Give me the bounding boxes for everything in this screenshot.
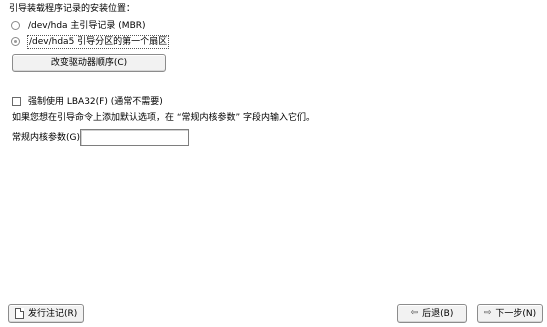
section-divider (8, 84, 543, 85)
install-location-heading: 引导装载程序记录的安装位置： (9, 4, 136, 14)
radio-option-boot-partition[interactable]: /dev/hda5 引导分区的第一个扇区 (10, 35, 230, 49)
next-label: 下一步(N) (495, 308, 537, 319)
radio-button-mbr[interactable] (11, 21, 20, 30)
radio-label-mbr: /dev/hda 主引导记录 (MBR) (28, 21, 146, 31)
change-drive-order-button[interactable]: 改变驱动器顺序(C) (12, 54, 166, 72)
release-notes-label: 发行注记(R) (28, 308, 78, 319)
lba32-checkbox[interactable] (12, 97, 21, 106)
release-notes-button[interactable]: 发行注记(R) (8, 304, 84, 323)
arrow-right-icon: ⇨ (483, 308, 492, 318)
back-label: 后退(B) (422, 308, 454, 319)
kernel-params-input[interactable] (80, 129, 189, 146)
lba32-label: 强制使用 LBA32(F) (通常不需要) (28, 97, 163, 107)
kernel-params-label: 常规内核参数(G) (12, 133, 80, 143)
arrow-left-icon: ⇦ (410, 308, 419, 318)
radio-button-boot-partition[interactable] (11, 37, 20, 46)
radio-option-mbr[interactable]: /dev/hda 主引导记录 (MBR) (10, 20, 210, 32)
next-button[interactable]: ⇨ 下一步(N) (477, 304, 543, 323)
lba32-option[interactable]: 强制使用 LBA32(F) (通常不需要) (10, 96, 190, 108)
radio-label-boot-partition: /dev/hda5 引导分区的第一个扇区 (27, 35, 170, 49)
change-drive-order-label: 改变驱动器顺序(C) (50, 58, 128, 68)
document-icon (15, 308, 24, 319)
kernel-params-hint: 如果您想在引导命令上添加默认选项，在 “常规内核参数” 字段内输入它们。 (12, 113, 316, 123)
back-button[interactable]: ⇦ 后退(B) (397, 304, 467, 323)
